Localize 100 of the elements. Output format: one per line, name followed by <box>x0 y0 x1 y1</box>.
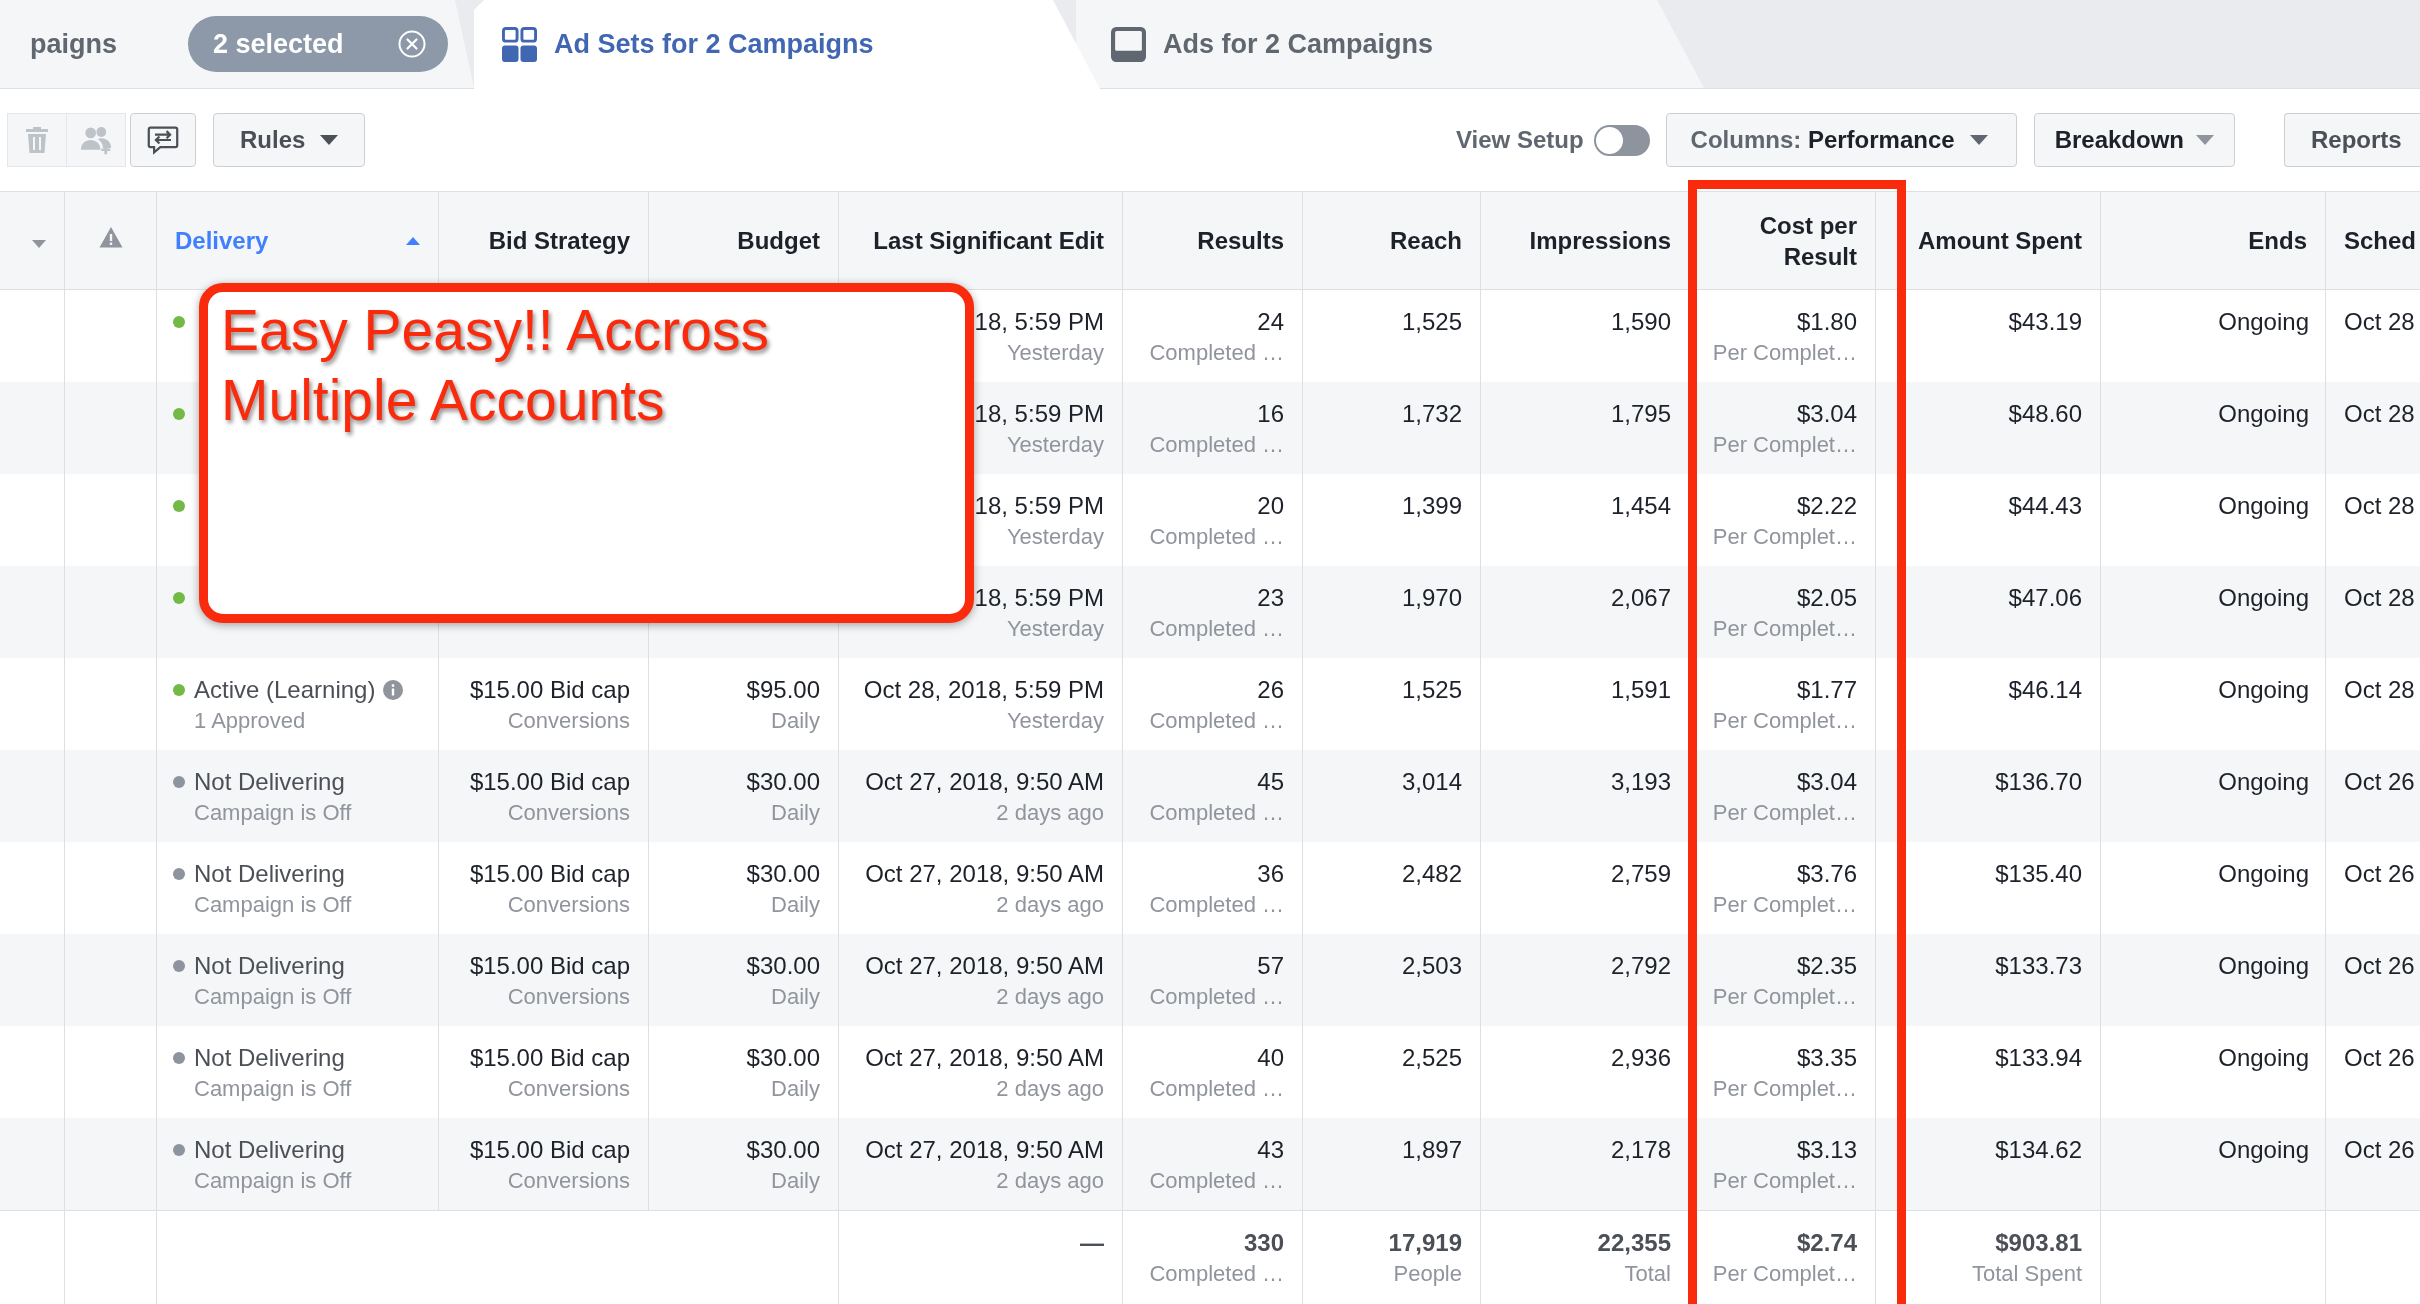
total-value: 330 <box>1243 1228 1284 1258</box>
caption-text: Completed … <box>1149 1167 1284 1195</box>
value-text: $15.00 Bid cap <box>469 675 630 705</box>
close-icon[interactable] <box>398 30 426 58</box>
caption-text: Yesterday <box>1006 523 1104 551</box>
view-setup-label: View Setup <box>1455 126 1584 154</box>
value-text: 1,525 <box>1401 307 1462 337</box>
value-text: 2,759 <box>1610 859 1671 889</box>
delivery-detail: Campaign is Off <box>194 891 352 919</box>
value-text: $30.00 <box>746 1043 820 1073</box>
caption-text: Completed … <box>1149 615 1284 643</box>
caret-down-icon <box>2196 135 2214 145</box>
value-text: 1,454 <box>1610 491 1671 521</box>
value-text: $95.00 <box>746 675 820 705</box>
total-caption: Completed … <box>1149 1260 1284 1288</box>
column-header[interactable]: Budget <box>737 225 820 256</box>
delivery-status: Not Delivering <box>194 767 345 797</box>
reports-button[interactable]: Reports <box>2284 113 2420 167</box>
share-button[interactable] <box>130 113 196 167</box>
value-text: 1,399 <box>1401 491 1462 521</box>
column-header[interactable]: Amount Spent <box>1918 225 2082 256</box>
warning-icon[interactable] <box>98 225 123 248</box>
value-text: $15.00 Bid cap <box>469 859 630 889</box>
value-text: $134.62 <box>1995 1135 2082 1165</box>
value-text: 1,897 <box>1401 1135 1462 1165</box>
value-text: $44.43 <box>2008 491 2082 521</box>
value-text: Ongoing <box>2218 767 2309 797</box>
caption-text: Completed … <box>1149 799 1284 827</box>
value-text: 23 <box>1257 583 1284 613</box>
column-header[interactable]: Ends <box>2248 225 2307 256</box>
value-text: 24 <box>1257 307 1284 337</box>
trash-icon <box>25 126 49 154</box>
caret-down-icon[interactable] <box>32 239 46 248</box>
value-text: 18, 5:59 PM <box>974 399 1104 429</box>
value-text: $1.80 <box>1796 307 1857 337</box>
tab[interactable]: Ad Sets for 2 Campaigns <box>474 0 1100 89</box>
total-value: 22,355 <box>1597 1228 1671 1258</box>
total-caption: Per Complet… <box>1712 1260 1857 1288</box>
value-text: $3.35 <box>1796 1043 1857 1073</box>
value-text: 2,178 <box>1610 1135 1671 1165</box>
value-text: $3.04 <box>1796 399 1857 429</box>
caption-text: Daily <box>771 799 820 827</box>
rules-button[interactable]: Rules <box>213 113 366 167</box>
column-header[interactable]: Sched <box>2344 225 2417 256</box>
value-text: Ongoing <box>2218 491 2309 521</box>
value-text: 3,193 <box>1610 767 1671 797</box>
value-text: 18, 5:59 PM <box>974 307 1104 337</box>
column-header[interactable]: Last Significant Edit <box>873 225 1104 256</box>
column-header[interactable]: Bid Strategy <box>488 225 630 256</box>
value-text: $30.00 <box>746 859 820 889</box>
value-text: Ongoing <box>2218 307 2309 337</box>
value-text: Ongoing <box>2218 859 2309 889</box>
delivery-detail: Campaign is Off <box>194 1167 352 1195</box>
value-text: $3.13 <box>1796 1135 1857 1165</box>
caption-text: 2 days ago <box>996 983 1104 1011</box>
value-text: Oct 28 <box>2344 675 2415 705</box>
delivery-detail: Campaign is Off <box>194 1075 352 1103</box>
caption-text: Per Complet… <box>1712 1075 1857 1103</box>
value-text: $30.00 <box>746 767 820 797</box>
caption-text: 2 days ago <box>996 799 1104 827</box>
grid-icon <box>502 27 537 62</box>
value-text: $133.94 <box>1995 1043 2082 1073</box>
value-text: Ongoing <box>2218 951 2309 981</box>
value-text: $15.00 Bid cap <box>469 951 630 981</box>
columns-button[interactable]: Columns: Performance <box>1665 113 2017 167</box>
value-text: $3.76 <box>1796 859 1857 889</box>
toggle-switch[interactable] <box>1593 124 1650 156</box>
caption-text: Completed … <box>1149 707 1284 735</box>
total-caption: Total Spent <box>1971 1260 2082 1288</box>
value-text: $3.04 <box>1796 767 1857 797</box>
breakdown-button[interactable]: Breakdown <box>2033 113 2235 167</box>
caption-text: Per Complet… <box>1712 615 1857 643</box>
value-text: 2,936 <box>1610 1043 1671 1073</box>
value-text: Oct 28 <box>2344 307 2415 337</box>
value-text: $15.00 Bid cap <box>469 1043 630 1073</box>
caption-text: Daily <box>771 1167 820 1195</box>
sort-caret-icon[interactable] <box>406 236 420 245</box>
info-icon[interactable] <box>383 679 404 700</box>
caption-text: Conversions <box>507 799 630 827</box>
tab[interactable]: Ads for 2 Campaigns <box>1076 0 1704 88</box>
column-header[interactable]: Cost per Result <box>1708 209 1857 272</box>
caption-text: Completed … <box>1149 523 1284 551</box>
value-text: $135.40 <box>1995 859 2082 889</box>
caption-text: Completed … <box>1149 983 1284 1011</box>
caption-text: Yesterday <box>1006 339 1104 367</box>
people-plus-icon <box>80 125 112 155</box>
caption-text: Conversions <box>507 1167 630 1195</box>
value-text: 20 <box>1257 491 1284 521</box>
value-text: 26 <box>1257 675 1284 705</box>
screen-icon <box>1111 26 1146 62</box>
total-value: 17,919 <box>1388 1228 1462 1258</box>
tab[interactable]: paigns 2 selected <box>0 0 474 88</box>
column-header[interactable]: Impressions <box>1529 225 1671 256</box>
column-header[interactable]: Reach <box>1389 225 1462 256</box>
value-text: 1,732 <box>1401 399 1462 429</box>
value-text: 2,525 <box>1401 1043 1462 1073</box>
column-header[interactable]: Results <box>1197 225 1284 256</box>
caption-text: Per Complet… <box>1712 339 1857 367</box>
caption-text: Conversions <box>507 707 630 735</box>
caption-text: Daily <box>771 983 820 1011</box>
